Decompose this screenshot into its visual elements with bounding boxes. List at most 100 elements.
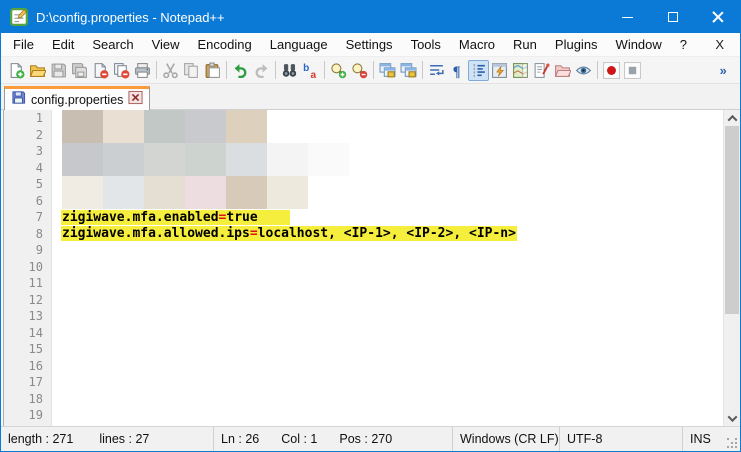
editor-line-12[interactable]: 12 [4, 292, 723, 309]
udl-dialog-icon[interactable] [489, 60, 510, 81]
menu-encoding[interactable]: Encoding [189, 34, 261, 55]
editor-line-10[interactable]: 10 [4, 259, 723, 276]
editor-line-7[interactable]: 7zigiwave.mfa.enabled=true [4, 209, 723, 226]
record-macro-icon[interactable] [601, 60, 622, 81]
close-button[interactable] [695, 1, 740, 33]
eol-format[interactable]: Windows (CR LF) [453, 432, 559, 446]
menu-language[interactable]: Language [261, 34, 337, 55]
replace-icon[interactable]: ba [300, 60, 321, 81]
tab-close-icon[interactable] [128, 90, 143, 110]
scroll-down-arrow[interactable] [724, 410, 740, 426]
doc-map-icon[interactable] [510, 60, 531, 81]
menu-edit[interactable]: Edit [43, 34, 83, 55]
editor-pane[interactable]: 1234567zigiwave.mfa.enabled=true 8zigiwa… [3, 110, 740, 426]
chevron-up-icon [727, 114, 737, 124]
editor-line-8[interactable]: 8zigiwave.mfa.allowed.ips=localhost, <IP… [4, 226, 723, 243]
redaction-block [267, 143, 308, 176]
folder-workspace-icon[interactable] [552, 60, 573, 81]
monitoring-icon[interactable] [573, 60, 594, 81]
notepad-plus-plus-window: D:\config.properties - Notepad++ FileEdi… [0, 0, 741, 452]
menu-[interactable]: ? [671, 34, 696, 55]
redaction-block [185, 110, 226, 143]
line-number: 2 [4, 128, 52, 142]
maximize-icon [668, 12, 678, 22]
cut-icon[interactable] [160, 60, 181, 81]
editor-line-13[interactable]: 13 [4, 308, 723, 325]
menu-search[interactable]: Search [83, 34, 142, 55]
line-number: 10 [4, 260, 52, 274]
close-file-icon[interactable] [90, 60, 111, 81]
redaction-block [144, 176, 185, 209]
menu-view[interactable]: View [143, 34, 189, 55]
save-icon[interactable] [48, 60, 69, 81]
zoom-out-icon[interactable] [349, 60, 370, 81]
toolbar-separator [156, 61, 157, 79]
find-icon[interactable] [279, 60, 300, 81]
chevron-down-icon [727, 412, 737, 422]
cursor-position-section: Ln : 26 Col : 1 Pos : 270 [214, 432, 452, 446]
redaction-block [62, 176, 103, 209]
save-all-icon[interactable] [69, 60, 90, 81]
redaction-block [103, 176, 144, 209]
toolbar: ba ¶ » [1, 57, 740, 84]
editor-line-16[interactable]: 16 [4, 358, 723, 375]
close-all-icon[interactable] [111, 60, 132, 81]
scrollbar-thumb[interactable] [725, 126, 739, 314]
stop-macro-icon[interactable] [622, 60, 643, 81]
editor-line-18[interactable]: 18 [4, 391, 723, 408]
line-number: 7 [4, 210, 52, 224]
function-list-icon[interactable] [531, 60, 552, 81]
menu-bar: FileEditSearchViewEncodingLanguageSettin… [1, 33, 740, 57]
status-bar: length : 271 lines : 27 Ln : 26 Col : 1 … [1, 426, 740, 451]
sync-v-scroll-icon[interactable] [377, 60, 398, 81]
redaction-block [144, 110, 185, 143]
tab-bar: config.properties [1, 84, 740, 110]
scroll-up-arrow[interactable] [724, 110, 740, 126]
sync-h-scroll-icon[interactable] [398, 60, 419, 81]
redaction-block [62, 110, 103, 143]
maximize-button[interactable] [650, 1, 695, 33]
print-icon[interactable] [132, 60, 153, 81]
menubar-close-doc-button[interactable]: X [711, 35, 728, 54]
tab-label: config.properties [31, 93, 123, 107]
svg-text:»: » [720, 63, 727, 78]
menu-plugins[interactable]: Plugins [546, 34, 607, 55]
show-all-chars-icon[interactable]: ¶ [447, 60, 468, 81]
redaction-block [185, 143, 226, 176]
title-bar[interactable]: D:\config.properties - Notepad++ [1, 1, 740, 33]
menu-settings[interactable]: Settings [337, 34, 402, 55]
vertical-scrollbar[interactable] [723, 110, 740, 426]
menu-macro[interactable]: Macro [450, 34, 504, 55]
editor-line-19[interactable]: 19 [4, 407, 723, 424]
new-file-icon[interactable] [6, 60, 27, 81]
resize-grip[interactable] [727, 438, 737, 448]
menu-run[interactable]: Run [504, 34, 546, 55]
encoding[interactable]: UTF-8 [560, 432, 682, 446]
undo-icon[interactable] [230, 60, 251, 81]
menu-file[interactable]: File [4, 34, 43, 55]
insert-mode[interactable]: INS [683, 432, 723, 446]
redaction-block [144, 143, 185, 176]
editor-line-11[interactable]: 11 [4, 275, 723, 292]
menu-window[interactable]: Window [607, 34, 671, 55]
line-number: 11 [4, 276, 52, 290]
line-number: 12 [4, 293, 52, 307]
word-wrap-icon[interactable] [426, 60, 447, 81]
editor-line-9[interactable]: 9 [4, 242, 723, 259]
copy-icon[interactable] [181, 60, 202, 81]
toolbar-separator [422, 61, 423, 79]
menu-tools[interactable]: Tools [402, 34, 450, 55]
minimize-button[interactable] [605, 1, 650, 33]
editor-line-17[interactable]: 17 [4, 374, 723, 391]
redaction-block [185, 176, 226, 209]
editor-line-14[interactable]: 14 [4, 325, 723, 342]
line-content: zigiwave.mfa.allowed.ips=localhost, <IP-… [61, 226, 517, 241]
paste-icon[interactable] [202, 60, 223, 81]
tab-config-properties[interactable]: config.properties [4, 86, 150, 110]
zoom-in-icon[interactable] [328, 60, 349, 81]
overflow-chevrons-icon[interactable]: » [715, 60, 736, 81]
indent-guide-icon[interactable] [468, 60, 489, 81]
open-file-icon[interactable] [27, 60, 48, 81]
redo-icon[interactable] [251, 60, 272, 81]
editor-line-15[interactable]: 15 [4, 341, 723, 358]
